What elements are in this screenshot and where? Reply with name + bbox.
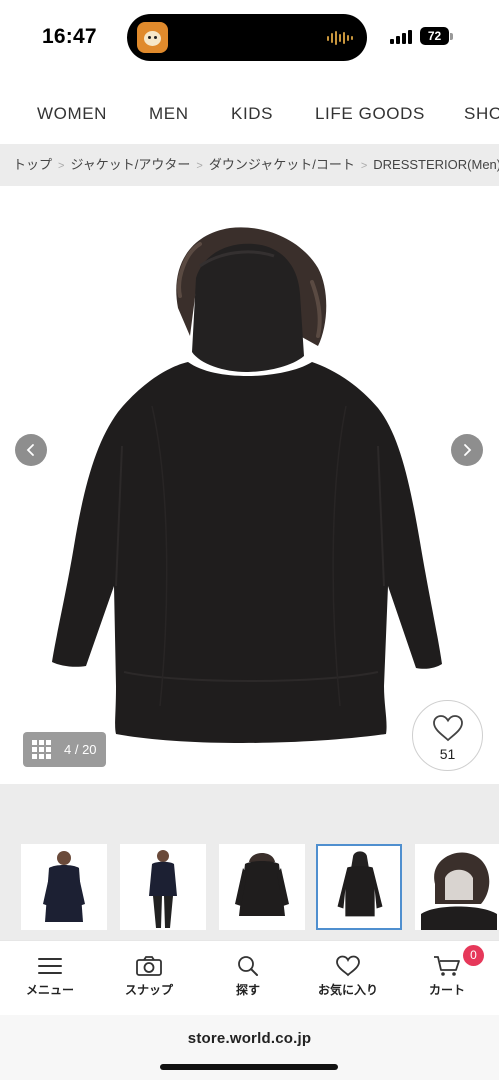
down-coat-back-image xyxy=(52,227,442,743)
audio-wave-icon xyxy=(327,30,353,46)
cart-count-badge: 0 xyxy=(463,945,484,966)
status-time: 16:47 xyxy=(42,25,97,48)
camera-icon xyxy=(136,956,162,976)
tab-favorites[interactable]: お気に入り xyxy=(313,955,383,998)
battery-icon: 72 xyxy=(420,27,449,45)
product-main-image[interactable] xyxy=(0,186,499,784)
thumbnail-2[interactable] xyxy=(120,844,206,930)
image-counter: 4 / 20 xyxy=(64,742,97,757)
category-life-goods[interactable]: LIFE GOODS xyxy=(315,104,425,124)
menu-icon xyxy=(38,958,62,974)
tab-favorites-label: お気に入り xyxy=(317,983,378,997)
tab-menu-label: メニュー xyxy=(25,983,74,997)
breadcrumb-jacket-outer[interactable]: ジャケット/アウター xyxy=(70,157,190,172)
chevron-right-icon xyxy=(464,444,472,456)
dynamic-island[interactable] xyxy=(127,14,367,61)
grid-icon xyxy=(32,740,51,759)
cellular-signal-icon xyxy=(390,30,412,44)
status-bar: 16:47 72 xyxy=(0,0,499,76)
favorite-count: 51 xyxy=(439,746,456,762)
tab-snap[interactable]: スナップ xyxy=(114,955,184,998)
search-icon xyxy=(238,956,258,976)
thumbnail-strip xyxy=(0,784,499,940)
tab-search[interactable]: 探す xyxy=(213,955,283,998)
category-nav: WOMEN MEN KIDS LIFE GOODS SHO xyxy=(0,90,499,140)
image-counter-button[interactable]: 4 / 20 xyxy=(23,732,106,767)
tab-snap-label: スナップ xyxy=(124,983,173,997)
category-shop[interactable]: SHO xyxy=(464,104,499,124)
favorite-button[interactable]: 51 xyxy=(412,700,483,771)
breadcrumb-separator-icon: > xyxy=(196,160,203,172)
breadcrumb-brand[interactable]: DRESSTERIOR(Men) xyxy=(373,157,499,172)
category-men[interactable]: MEN xyxy=(149,104,189,124)
browser-address-bar[interactable]: store.world.co.jp xyxy=(0,1015,499,1080)
bottom-tab-bar: メニュー スナップ 探す お気に入り カート xyxy=(0,940,499,1015)
breadcrumb-down-jacket[interactable]: ダウンジャケット/コート xyxy=(209,157,355,172)
breadcrumb-separator-icon: > xyxy=(58,160,65,172)
breadcrumb-separator-icon: > xyxy=(360,160,368,172)
now-playing-app-icon xyxy=(137,22,168,53)
home-indicator[interactable] xyxy=(160,1064,338,1070)
address-url[interactable]: store.world.co.jp xyxy=(0,1030,499,1047)
breadcrumb-top[interactable]: トップ xyxy=(13,157,52,172)
breadcrumb: トップ > ジャケット/アウター > ダウンジャケット/コート > DRESSTERIOR(… xyxy=(0,144,499,186)
carousel-next-button[interactable] xyxy=(451,434,483,466)
category-women[interactable]: WOMEN xyxy=(37,104,107,124)
category-kids[interactable]: KIDS xyxy=(231,104,273,124)
thumbnail-3[interactable] xyxy=(219,844,305,930)
battery-cap xyxy=(450,33,453,40)
thumbnail-5[interactable] xyxy=(415,844,499,930)
battery-level: 72 xyxy=(427,29,442,43)
chevron-left-icon xyxy=(26,444,34,456)
tab-cart-label: カート xyxy=(428,983,465,997)
tab-search-label: 探す xyxy=(235,983,260,997)
tab-menu[interactable]: メニュー xyxy=(15,955,85,998)
thumbnail-4-active[interactable] xyxy=(316,844,402,930)
carousel-prev-button[interactable] xyxy=(15,434,47,466)
heart-icon xyxy=(336,955,360,977)
heart-icon xyxy=(433,715,463,742)
thumbnail-1[interactable] xyxy=(21,844,107,930)
cart-icon xyxy=(434,956,460,976)
